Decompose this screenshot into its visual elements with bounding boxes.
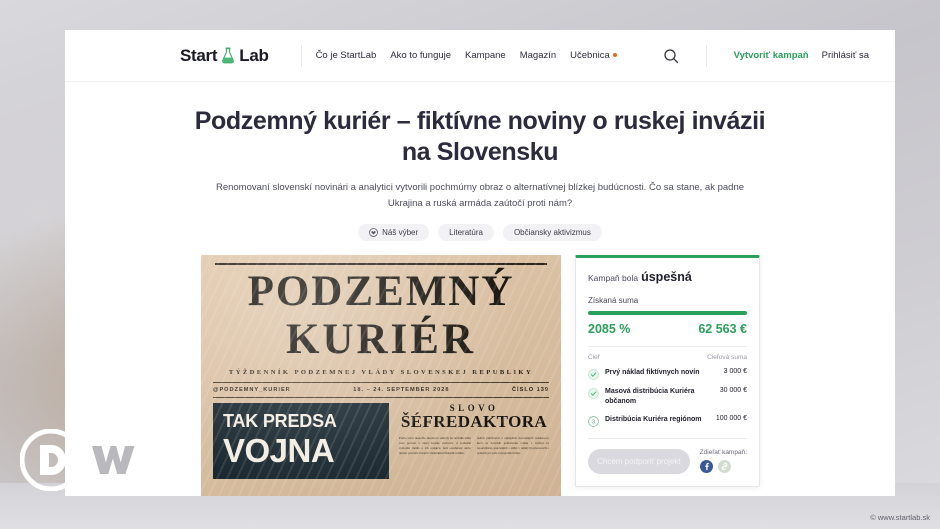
site-header: Start Lab Čo je StartLab Ako to funguje … [65, 30, 895, 82]
check-icon [588, 369, 599, 381]
goal-number-badge-icon: 3 [588, 415, 599, 427]
webpage-content: Start Lab Čo je StartLab Ako to funguje … [65, 30, 895, 496]
main-navigation: Čo je StartLab Ako to funguje Kampane Ma… [316, 50, 617, 61]
newspaper-masthead-line2: KURIÉR [285, 316, 477, 364]
heart-icon [369, 228, 378, 238]
share-label: Zdieľať kampaň: [699, 449, 747, 457]
goal-name: Prvý náklad fiktívnych novín [605, 369, 700, 377]
support-project-button[interactable]: Chcem podporiť projekt [588, 448, 690, 474]
tag-literature[interactable]: Literatúra [438, 224, 494, 242]
card-divider-2 [588, 437, 747, 439]
create-campaign-button[interactable]: Vytvoriť kampaň [734, 50, 809, 61]
newspaper-handle: @PODZEMNY_KURIER [213, 386, 291, 393]
share-section: Zdieľať kampaň: [699, 449, 747, 474]
goal-name: Masová distribúcia Kuriéra občanom [605, 388, 695, 406]
newspaper-tagline: TÝŽDENNÍK PODZEMNEJ VLÁDY SLOVENSKEJ REP… [228, 368, 534, 376]
campaign-status-value: úspešná [641, 270, 692, 285]
link-icon[interactable] [717, 460, 731, 474]
newspaper-masthead-line1: PODZEMNÝ [247, 268, 515, 316]
masthead-rule [215, 263, 547, 266]
campaign-status-prefix: Kampaň bola [588, 273, 639, 284]
logo-text-lab: Lab [239, 45, 269, 65]
card-footer: Chcem podporiť projekt Zdieľať kampaň: [588, 448, 747, 474]
newspaper-left-column: TAK PREDSA VOJNA [213, 402, 389, 479]
raised-figures: 2085 % 62 563 € [588, 322, 747, 336]
header-divider-2 [705, 44, 707, 67]
page-title: Podzemný kuriér – fiktívne noviny o rusk… [194, 107, 766, 166]
image-credit: © www.startlab.sk [870, 513, 930, 522]
progress-bar [588, 311, 747, 316]
nav-label: Kampane [465, 50, 506, 61]
goals-col-amount: Cieľová suma [707, 354, 747, 362]
goals-col-name: Cieľ [588, 354, 600, 362]
search-icon[interactable] [663, 48, 679, 64]
goal-amount: 3 000 € [723, 368, 747, 376]
site-logo[interactable]: Start Lab [180, 46, 269, 66]
tag-label: Náš výber [382, 228, 419, 238]
hero-section: Podzemný kuriér – fiktívne noviny o rusk… [65, 82, 895, 242]
login-link[interactable]: Prihlásiť sa [822, 50, 869, 61]
nav-label: Čo je StartLab [315, 50, 377, 61]
facebook-icon[interactable] [699, 460, 713, 474]
goal-amount: 100 000 € [715, 414, 747, 422]
nav-item-textbook[interactable]: Učebnica [570, 50, 617, 61]
newspaper-meta: @PODZEMNY_KURIER 18. – 24. SEPTEMBER 202… [201, 383, 561, 393]
logo-text-start: Start [180, 45, 218, 65]
newspaper-date: 18. – 24. SEPTEMBER 2028 [353, 386, 450, 393]
goals-table-header: Cieľ Cieľová suma [588, 354, 747, 361]
editorial-col-1: Prešlo sotva niekoľko mesiacov, odkedy n… [399, 436, 471, 455]
campaign-hero-image[interactable]: PODZEMNÝ KURIÉR TÝŽDENNÍK PODZEMNEJ VLÁD… [201, 255, 561, 496]
newspaper-headline-line2: VOJNA [223, 431, 335, 469]
card-divider [588, 346, 747, 348]
goal-row: Masová distribúcia Kuriéra občanom 30 00… [588, 387, 747, 407]
svg-text:3: 3 [592, 419, 595, 425]
raised-amount: 62 563 € [698, 322, 747, 337]
goal-name: Distribúcia Kuriéra regiónom [605, 415, 702, 423]
campaign-status-card: Kampaň bola úspešná Získaná suma 2085 % 6… [575, 255, 760, 487]
header-actions: Vytvoriť kampaň Prihlásiť sa [663, 44, 869, 67]
editorial-body: Prešlo sotva niekoľko mesiacov, odkedy n… [399, 436, 549, 455]
tag-our-choice[interactable]: Náš výber [358, 224, 430, 242]
nav-item-about[interactable]: Čo je StartLab [316, 50, 377, 61]
tag-list: Náš výber Literatúra Občiansky aktivizmu… [185, 224, 775, 242]
newspaper-right-column: SLOVO ŠÉFREDAKTORA Prešlo sotva niekoľko… [399, 403, 549, 479]
new-badge-dot [612, 53, 617, 57]
share-icon-list [699, 460, 747, 474]
campaign-body: PODZEMNÝ KURIÉR TÝŽDENNÍK PODZEMNEJ VLÁD… [65, 255, 895, 496]
goal-amount: 30 000 € [719, 387, 747, 395]
progress-percent: 2085 % [588, 322, 631, 337]
tag-civic-activism[interactable]: Občiansky aktivizmus [502, 224, 602, 242]
newspaper-columns: TAK PREDSA VOJNA SLOVO ŠÉFREDAKTORA Preš… [201, 398, 561, 479]
page-subtitle: Renomovaní slovenskí novinári a analytic… [215, 182, 745, 209]
header-divider [300, 44, 302, 67]
check-icon [588, 388, 599, 400]
nav-label: Magazín [519, 50, 557, 61]
newspaper-issue: ČÍSLO 139 [512, 386, 549, 393]
goal-row: Prvý náklad fiktívnych novín 3 000 € [588, 368, 747, 381]
newspaper-headline-box: TAK PREDSA VOJNA [213, 402, 389, 479]
dw-logo-watermark [20, 429, 144, 491]
flask-icon [222, 47, 235, 64]
nav-label: Ako to funguje [390, 50, 452, 61]
editorial-title: ŠÉFREDAKTORA [400, 411, 548, 431]
nav-item-how-it-works[interactable]: Ako to funguje [390, 50, 451, 61]
raised-amount-label: Získaná suma [588, 296, 639, 306]
nav-label: Učebnica [570, 50, 610, 61]
nav-item-magazine[interactable]: Magazín [520, 50, 556, 61]
tag-label: Občiansky aktivizmus [513, 228, 591, 238]
editorial-col-2: naších publicistov a najlepších slovensk… [477, 436, 549, 455]
newspaper-headline-line1: TAK PREDSA [223, 410, 337, 431]
campaign-status: Kampaň bola úspešná [588, 270, 747, 284]
nav-item-campaigns[interactable]: Kampane [465, 50, 506, 61]
goal-row: 3 Distribúcia Kuriéra regiónom 100 000 € [588, 415, 747, 427]
tag-label: Literatúra [449, 228, 483, 238]
